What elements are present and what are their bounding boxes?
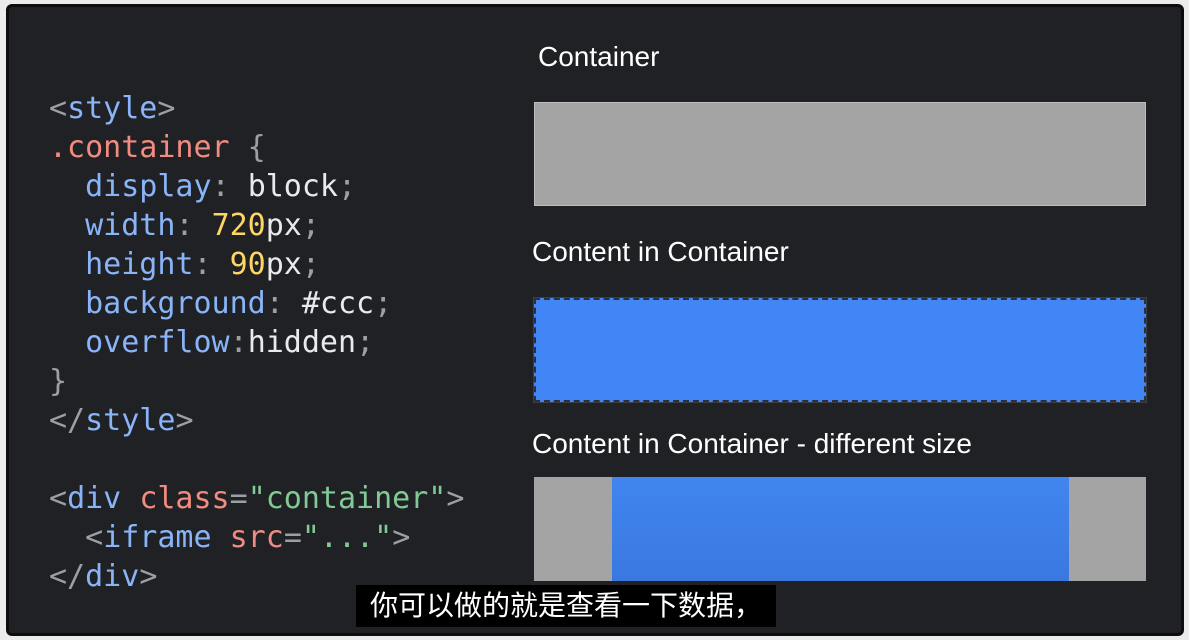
code-token-num: 90 xyxy=(229,247,266,282)
heading-content-in-container: Content in Container xyxy=(532,236,789,267)
code-block: <style> .container { display: block; widt… xyxy=(49,89,464,596)
code-token-value: hidden xyxy=(247,325,357,360)
heading-container: Container xyxy=(538,41,660,72)
code-token-tag: div xyxy=(85,559,140,594)
code-line: width: 720px; xyxy=(49,206,464,245)
code-token-punct: </ xyxy=(49,403,86,438)
code-line: <iframe src="..."> xyxy=(49,518,464,557)
code-line: background: #ccc; xyxy=(49,284,464,323)
code-token-punct: } xyxy=(49,364,68,399)
code-token-punct: > xyxy=(446,481,465,516)
code-token-punct: : xyxy=(229,325,248,360)
code-token-punct: : xyxy=(175,208,212,243)
code-line: <style> xyxy=(49,89,464,128)
container-box xyxy=(534,102,1146,206)
code-line: } xyxy=(49,362,464,401)
code-token-value: block xyxy=(247,169,338,204)
code-token-tag: iframe xyxy=(103,520,212,555)
code-line: height: 90px; xyxy=(49,245,464,284)
code-token-value xyxy=(212,520,230,555)
different-size-content xyxy=(612,477,1069,581)
slide-frame: <style> .container { display: block; widt… xyxy=(6,4,1184,636)
code-token-punct: { xyxy=(229,130,266,165)
different-size-container-box xyxy=(534,477,1146,581)
code-token-attr: src xyxy=(229,520,284,555)
code-token-punct: ; xyxy=(301,247,320,282)
code-token-punct: </ xyxy=(49,559,86,594)
code-token-punct: : xyxy=(265,286,302,321)
code-line: display: block; xyxy=(49,167,464,206)
code-token-string: "container" xyxy=(247,481,447,516)
code-token-punct: ; xyxy=(374,286,393,321)
code-line: </style> xyxy=(49,401,464,440)
code-line: .container { xyxy=(49,128,464,167)
code-token-punct: > xyxy=(139,559,158,594)
code-token-prop: overflow xyxy=(49,325,230,360)
code-token-value: px xyxy=(265,208,302,243)
code-token-num: 720 xyxy=(211,208,266,243)
video-subtitle: 你可以做的就是查看一下数据， xyxy=(356,585,777,627)
code-token-value xyxy=(121,481,139,516)
code-token-selector: .container xyxy=(49,130,230,165)
code-token-punct: = xyxy=(283,520,302,555)
code-token-punct: ; xyxy=(356,325,375,360)
code-token-attr: class xyxy=(139,481,230,516)
code-token-prop: width xyxy=(49,208,176,243)
code-token-punct: > xyxy=(157,91,176,126)
code-token-punct: : xyxy=(211,169,248,204)
code-token-punct: < xyxy=(49,520,104,555)
heading-content-different-size: Content in Container - different size xyxy=(532,428,972,459)
code-token-prop: display xyxy=(49,169,212,204)
code-token-value: px xyxy=(265,247,302,282)
code-token-punct: > xyxy=(175,403,194,438)
content-in-container-box xyxy=(533,297,1147,403)
code-token-prop: background xyxy=(49,286,266,321)
code-line: overflow:hidden; xyxy=(49,323,464,362)
code-token-punct: < xyxy=(49,91,68,126)
code-token-punct: = xyxy=(229,481,248,516)
code-token-punct: ; xyxy=(301,208,320,243)
code-token-punct: ; xyxy=(338,169,357,204)
code-token-tag: style xyxy=(85,403,176,438)
code-token-prop: height xyxy=(49,247,194,282)
code-token-tag: style xyxy=(67,91,158,126)
code-token-punct: > xyxy=(392,520,411,555)
code-token-value: #ccc xyxy=(301,286,375,321)
code-line: <div class="container"> xyxy=(49,479,464,518)
code-token-punct: : xyxy=(193,247,230,282)
code-token-string: "..." xyxy=(301,520,393,555)
code-token-punct: < xyxy=(49,481,68,516)
code-token-tag: div xyxy=(67,481,122,516)
